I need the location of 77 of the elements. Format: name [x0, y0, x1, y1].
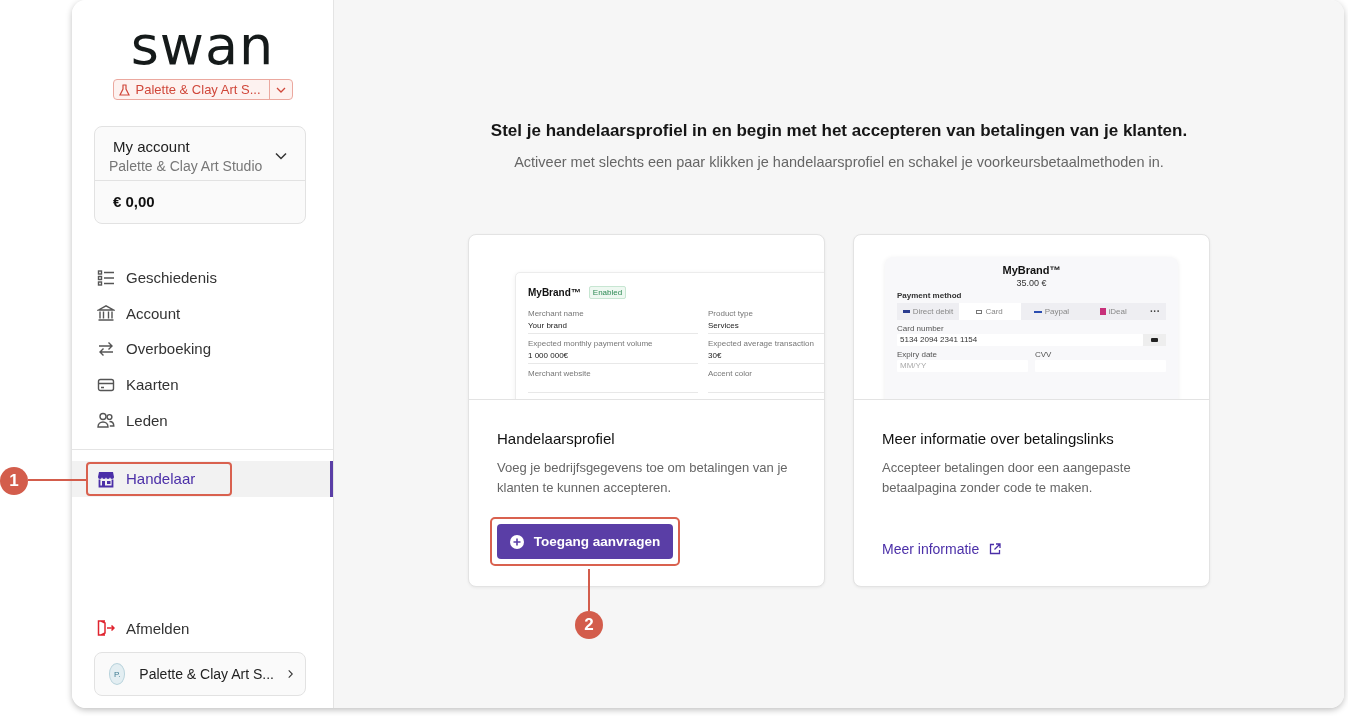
bank-icon [97, 304, 115, 323]
card-description: Accepteer betalingen door een aangepaste betaalpagina zonder code te maken. [882, 459, 1132, 497]
account-subtitle: Palette & Clay Art Studio [109, 158, 264, 174]
card-number-field: 5134 2094 2341 1154 [897, 334, 1143, 346]
leader-line [28, 479, 86, 481]
nav-label: Kaarten [126, 376, 179, 394]
chevron-right-icon [288, 668, 293, 680]
preview-label: Card number [897, 324, 945, 333]
more-info-link[interactable]: Meer informatie [882, 541, 1002, 557]
nav-item[interactable]: Geschiedenis [72, 260, 333, 296]
payment-logo-icon [976, 309, 983, 314]
logout-item[interactable]: Afmelden [72, 616, 333, 640]
list-icon [97, 268, 115, 287]
field-value: Services [708, 321, 740, 330]
more-methods: ··· [1144, 303, 1166, 320]
chevron-down-icon [275, 152, 287, 160]
transfer-icon [97, 340, 115, 358]
logout-icon [97, 620, 115, 636]
plus-icon [509, 534, 524, 549]
payment-logo-icon [1099, 308, 1106, 315]
field-value: 1 000 000€ [528, 351, 570, 360]
payment-method-label: Direct debit [912, 307, 954, 316]
nav-label: Geschiedenis [126, 269, 217, 287]
status-badge: Enabled [588, 286, 627, 299]
nav-label: Leden [126, 411, 168, 429]
nav-item[interactable]: Account [72, 295, 333, 332]
preview-brand: MyBrand™ [1002, 264, 1061, 276]
payment-logo-icon [1033, 310, 1042, 313]
user-card[interactable]: P. Palette & Clay Art S... [94, 652, 306, 696]
card-title: Meer informatie over betalingslinks [882, 430, 1115, 447]
account-card[interactable]: My account Palette & Clay Art Studio € 0,00 [94, 126, 306, 224]
card-title: Handelaarsprofiel [497, 430, 616, 447]
logout-label: Afmelden [126, 619, 190, 637]
chevron-down-icon [275, 86, 286, 93]
expiry-field: MM/YY [897, 360, 1028, 372]
store-icon [97, 469, 115, 488]
page-heading: Stel je handelaarsprofiel in en begin met het accepteren van betalingen van je klanten. [490, 121, 1188, 141]
request-access-button[interactable]: Toegang aanvragen [497, 524, 673, 559]
flask-icon [118, 83, 130, 96]
user-name: Palette & Clay Art S... [139, 666, 274, 682]
card-description: Voeg je bedrijfsgegevens toe om betalingen van je klanten te kunnen accepteren. [497, 459, 789, 497]
nav-label: Overboeking [126, 340, 212, 358]
nav-item[interactable]: Overboeking [72, 331, 333, 367]
preview-label: Payment method [897, 291, 963, 300]
people-icon [97, 411, 115, 430]
field-label: Product type [708, 309, 754, 318]
leader-line [588, 569, 590, 611]
field-value: 30€ [708, 351, 723, 360]
field-label: Accent color [708, 369, 754, 378]
preview-label: Expiry date [897, 350, 939, 359]
logo: swan [130, 20, 275, 72]
nav-label: Handelaar [126, 470, 196, 488]
payment-logo-icon [902, 310, 910, 313]
account-balance: € 0,00 [112, 192, 156, 212]
field-label: Expected average transaction [708, 339, 815, 348]
step-marker: 1 [0, 467, 28, 495]
page-subheading: Activeer met slechts een paar klikken je handelaarsprofiel en schakel je voorkeursbetaalmethoden in. [514, 154, 1164, 170]
preview-brand: MyBrand™ [528, 287, 581, 298]
field-value: Your brand [528, 321, 568, 330]
external-link-icon [989, 543, 1002, 555]
account-title: My account [112, 138, 191, 155]
field-label: Merchant website [528, 369, 592, 378]
nav-item[interactable]: Leden [72, 402, 333, 438]
payment-method-label: iDeal [1108, 307, 1127, 316]
nav-label: Account [126, 304, 181, 322]
field-label: Merchant name [528, 309, 585, 318]
field-label: Expected monthly payment volume [528, 339, 654, 348]
preview-label: CVV [1035, 350, 1053, 359]
payment-method-label: Card [985, 307, 1003, 316]
preview-amount: 35.00 € [1016, 278, 1047, 288]
nav-item[interactable]: Handelaar [72, 460, 333, 497]
payment-method-label: Paypal [1044, 307, 1070, 316]
avatar: P. [109, 663, 126, 685]
card-brand-icon [1151, 337, 1158, 343]
project-switcher[interactable]: Palette & Clay Art S... [112, 79, 293, 100]
project-name: Palette & Clay Art S... [135, 82, 261, 97]
nav-item[interactable]: Kaarten [72, 366, 333, 403]
